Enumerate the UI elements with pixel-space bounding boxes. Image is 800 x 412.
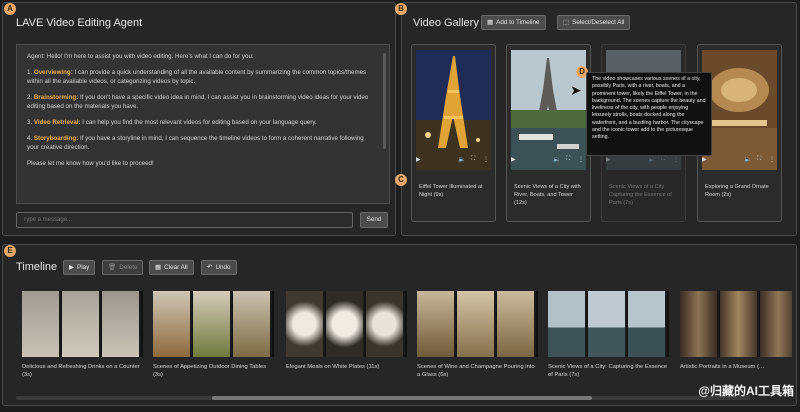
video-caption: Exploring a Grand Ornate Room (2s) [705,184,769,198]
clip-caption: Elegant Meals on White Plates (11s) [286,364,380,370]
cursor-arrow-icon: ➤ [570,82,582,98]
fullscreen-icon[interactable]: ⛶ [661,156,665,163]
trash-icon: 🗑 [108,264,117,271]
timeline-scroll-thumb[interactable] [212,396,592,400]
more-icon[interactable]: ⋮ [578,156,584,163]
add-label: Add to Timeline [496,19,540,26]
chat-item: 4. Storyboarding: If you have a storylin… [27,135,364,151]
fullscreen-icon[interactable]: ⛶ [757,156,761,163]
send-button[interactable]: Send [360,212,388,228]
clip-frames-drinks[interactable] [22,291,143,357]
clear-icon: ▦ [155,264,162,271]
clip-frames-dining[interactable] [153,291,274,357]
video-thumbnail-ornate-room[interactable] [702,50,777,170]
chat-item: 1. Overviewing: I can provide a quick un… [27,69,367,85]
video-summary-tooltip: The video showcases various scenes of a … [586,72,712,156]
more-icon[interactable]: ⋮ [673,156,679,163]
clip-frames-paris[interactable] [548,291,669,357]
badge-c: C [395,174,407,186]
video-caption: Scenic Views of a City Capturing the Ess… [609,184,672,206]
play-icon[interactable]: ▶ [606,157,611,163]
video-controls[interactable]: ▶ 🔈 ⛶ ⋮ [702,156,777,168]
fullscreen-icon[interactable]: ⛶ [566,156,570,163]
play-icon: ▶ [69,264,74,271]
select-label: Select/Deselect All [572,19,625,26]
add-to-timeline-button[interactable]: ▦ Add to Timeline [481,15,546,30]
clip-caption: Scenes of Wine and Champagne Pouring int… [417,364,535,378]
chat-outro: Please let me know how you'd like to pro… [27,160,154,167]
select-icon: ⬚ [563,19,570,26]
volume-icon[interactable]: 🔈 [744,156,751,163]
clip-caption: Artistic Portraits in a Museum (… [680,364,765,370]
badge-b: B [395,3,407,15]
clear-all-button[interactable]: ▦ Clear All [149,260,194,275]
badge-a: A [4,3,16,15]
video-caption: Eiffel Tower Illuminated at Night (9s) [419,184,483,198]
video-controls[interactable]: ▶ 🔈 ⛶ ⋮ [511,156,586,168]
play-label: Play [77,264,90,271]
volume-icon[interactable]: 🔈 [553,156,560,163]
video-controls[interactable]: ▶ 🔈 ⛶ ⋮ [416,156,491,168]
delete-label: Delete [119,264,138,271]
watermark: @归藏的AI工具箱 [698,384,794,398]
badge-e: E [4,245,16,257]
video-thumbnail-city-river[interactable] [511,50,586,170]
clip-caption: Scenes of Appetizing Outdoor Dining Tabl… [153,364,267,378]
chat-area: Agent: Hello! I'm here to assist you wit… [16,44,390,204]
clip-frames-meals[interactable] [286,291,407,357]
undo-label: Undo [215,264,231,271]
delete-button[interactable]: 🗑 Delete [102,260,144,275]
play-icon[interactable]: ▶ [702,157,707,163]
message-input[interactable] [16,212,353,228]
chat-item: 2. Brainstorming: If you don't have a sp… [27,94,369,110]
play-button[interactable]: ▶ Play [63,260,96,275]
chat-scrollbar[interactable] [383,53,386,149]
select-deselect-button[interactable]: ⬚ Select/Deselect All [557,15,631,30]
undo-button[interactable]: ↶ Undo [201,260,237,275]
volume-icon[interactable]: 🔈 [648,156,655,163]
video-caption: Scenic Views of a City with River, Boats… [514,184,581,206]
agent-title: LAVE Video Editing Agent [16,17,143,29]
clip-frames-wine[interactable] [417,291,538,357]
volume-icon[interactable]: 🔈 [458,156,465,163]
play-icon[interactable]: ▶ [416,157,421,163]
undo-icon: ↶ [207,264,213,271]
clip-caption: Delicious and Refreshing Drinks on a Cou… [22,364,140,378]
grid-icon: ▦ [487,19,494,26]
timeline-title: Timeline [16,261,58,273]
more-icon[interactable]: ⋮ [769,156,775,163]
video-controls[interactable]: ▶ 🔈 ⛶ ⋮ [606,156,681,168]
clip-caption: Scenic Views of a City: Capturing the Es… [548,364,668,378]
gallery-title: Video Gallery [413,17,479,29]
play-icon[interactable]: ▶ [511,157,516,163]
fullscreen-icon[interactable]: ⛶ [471,156,475,163]
video-card[interactable]: ▶ 🔈 ⛶ ⋮ Eiffel Tower Illuminated at Nigh… [411,44,496,222]
video-thumbnail-eiffel-night[interactable] [416,50,491,170]
clip-frames-museum[interactable] [680,291,792,357]
chat-item: 3. Video Retrieval: I can help you find … [27,119,317,126]
more-icon[interactable]: ⋮ [483,156,489,163]
clear-label: Clear All [164,264,188,271]
chat-intro: Agent: Hello! I'm here to assist you wit… [27,53,254,60]
